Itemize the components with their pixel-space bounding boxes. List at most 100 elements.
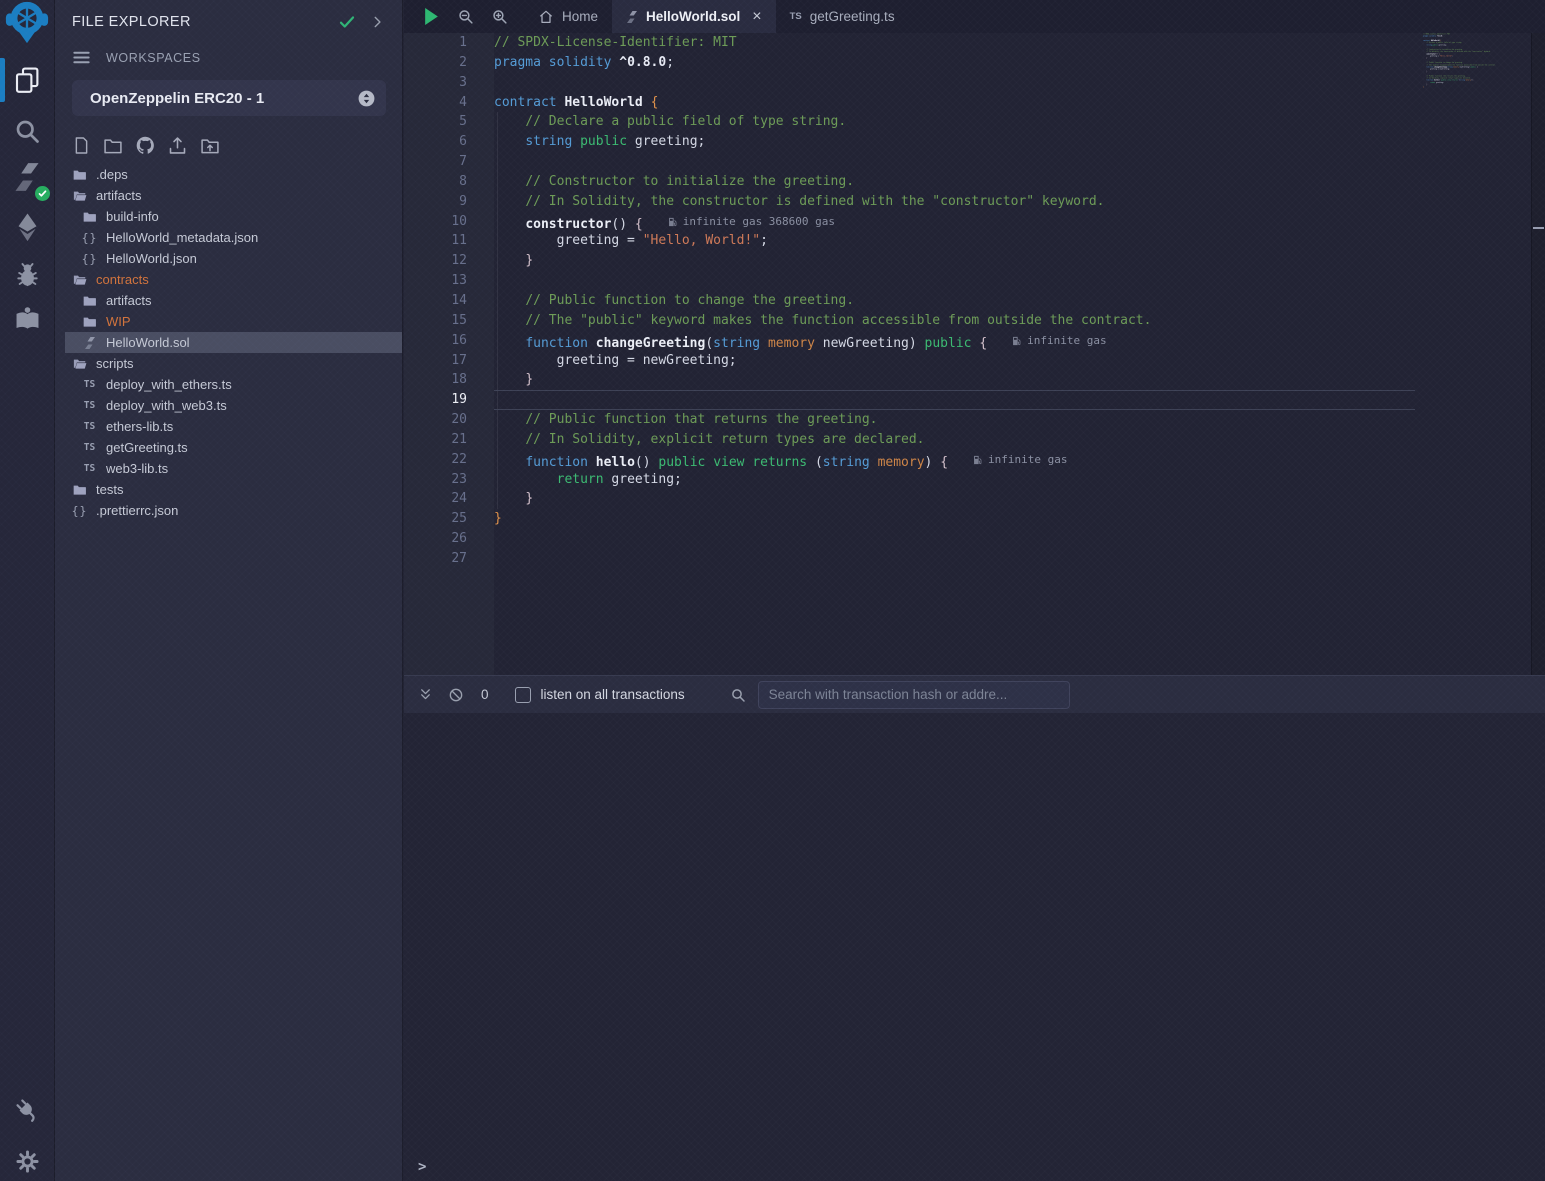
line-number[interactable]: 17 xyxy=(404,351,494,371)
tree-item-artifacts[interactable]: artifacts xyxy=(55,185,402,206)
minimap[interactable]: 1// SPDX-License-Identifier: MIT2pragma … xyxy=(1423,33,1513,675)
tree-item--deps[interactable]: .deps xyxy=(55,164,402,185)
tab-getgreeting-ts[interactable]: TSgetGreeting.ts xyxy=(776,0,909,33)
plugin-manager-icon[interactable] xyxy=(0,1092,54,1128)
tree-item-contracts[interactable]: contracts xyxy=(55,269,402,290)
remix-logo-icon[interactable] xyxy=(0,2,54,42)
line-number[interactable]: 8 xyxy=(404,172,494,192)
code-line-8: 8 // Constructor to initialize the greet… xyxy=(404,172,1545,192)
terminal-output[interactable]: > xyxy=(404,713,1545,1181)
deploy-and-run-icon[interactable] xyxy=(0,207,54,247)
run-script-button[interactable] xyxy=(423,7,440,26)
line-number[interactable]: 23 xyxy=(404,470,494,490)
learneth-icon[interactable] xyxy=(0,299,54,339)
tree-item--prettierrc-json[interactable]: {}.prettierrc.json xyxy=(55,500,402,521)
tree-item-label: .prettierrc.json xyxy=(96,503,178,518)
clear-console-icon[interactable] xyxy=(448,687,464,703)
code-line-13: 13 xyxy=(404,271,1545,291)
tab-helloworld-sol[interactable]: HelloWorld.sol × xyxy=(612,0,776,33)
debugger-icon[interactable] xyxy=(0,255,54,295)
typescript-file-icon: TS xyxy=(81,463,98,474)
tree-item-scripts[interactable]: scripts xyxy=(55,353,402,374)
folder-open-icon xyxy=(71,189,88,203)
tree-item-web3-lib-ts[interactable]: TS web3-lib.ts xyxy=(55,458,402,479)
file-tree: .depsartifactsbuild-info{}HelloWorld_met… xyxy=(55,164,402,521)
editor-scrollbar[interactable] xyxy=(1531,33,1545,675)
gas-pump-icon xyxy=(972,454,983,466)
workspace-name: OpenZeppelin ERC20 - 1 xyxy=(90,90,357,107)
line-number[interactable]: 13 xyxy=(404,271,494,291)
line-number[interactable]: 3 xyxy=(404,73,494,93)
line-number[interactable]: 21 xyxy=(404,430,494,450)
line-number[interactable]: 12 xyxy=(404,251,494,271)
line-number[interactable]: 18 xyxy=(404,370,494,390)
github-icon[interactable] xyxy=(135,135,156,156)
search-icon[interactable] xyxy=(0,111,54,151)
file-explorer-icon[interactable] xyxy=(0,60,54,100)
line-number[interactable]: 27 xyxy=(404,549,494,569)
tab-label: HelloWorld.sol xyxy=(646,9,740,24)
tree-item-label: web3-lib.ts xyxy=(106,461,168,476)
tree-item-helloworld-metadata-json[interactable]: {}HelloWorld_metadata.json xyxy=(55,227,402,248)
upload-file-icon[interactable] xyxy=(167,135,188,156)
line-number[interactable]: 24 xyxy=(404,489,494,509)
code-line-4: 4contract HelloWorld { xyxy=(404,93,1545,113)
folder-icon xyxy=(81,210,98,224)
terminal-search-input[interactable] xyxy=(758,681,1070,709)
folder-open-icon xyxy=(71,357,88,371)
line-number[interactable]: 20 xyxy=(404,410,494,430)
tab-home[interactable]: Home xyxy=(524,0,612,33)
zoom-in-icon[interactable] xyxy=(491,8,508,25)
terminal-search-icon xyxy=(730,687,746,703)
tab-label: Home xyxy=(562,9,598,24)
line-number[interactable]: 10 xyxy=(404,212,494,232)
activity-bar xyxy=(0,0,55,1181)
tree-item-helloworld-sol[interactable]: HelloWorld.sol xyxy=(55,332,402,353)
tree-item-deploy-with-ethers-ts[interactable]: TSdeploy_with_ethers.ts xyxy=(55,374,402,395)
code-editor[interactable]: 1// SPDX-License-Identifier: MIT2pragma … xyxy=(404,33,1545,675)
tree-item-build-info[interactable]: build-info xyxy=(55,206,402,227)
line-number[interactable]: 25 xyxy=(404,509,494,529)
new-folder-icon[interactable] xyxy=(102,135,124,156)
code-line-9: 9 // In Solidity, the constructor is def… xyxy=(404,192,1545,212)
folder-open-icon xyxy=(71,273,88,287)
line-number[interactable]: 14 xyxy=(404,291,494,311)
gas-pump-icon xyxy=(1011,335,1022,347)
line-number[interactable]: 4 xyxy=(404,93,494,113)
tree-item-ethers-lib-ts[interactable]: TSethers-lib.ts xyxy=(55,416,402,437)
workspace-dropdown[interactable]: OpenZeppelin ERC20 - 1 xyxy=(72,80,386,116)
tree-item-label: ethers-lib.ts xyxy=(106,419,173,434)
line-number[interactable]: 16 xyxy=(404,331,494,351)
listen-transactions-checkbox[interactable] xyxy=(515,687,531,703)
line-number[interactable]: 6 xyxy=(404,132,494,152)
line-number[interactable]: 26 xyxy=(404,529,494,549)
line-number[interactable]: 19 xyxy=(404,390,494,410)
line-number[interactable]: 7 xyxy=(404,152,494,172)
line-number[interactable]: 1 xyxy=(404,33,494,53)
upload-folder-icon[interactable] xyxy=(199,135,221,156)
hamburger-menu-icon[interactable] xyxy=(72,48,91,67)
tree-item-tests[interactable]: tests xyxy=(55,479,402,500)
line-number[interactable]: 11 xyxy=(404,231,494,251)
json-file-icon: {} xyxy=(81,231,98,245)
zoom-out-icon[interactable] xyxy=(457,8,474,25)
line-number[interactable]: 2 xyxy=(404,53,494,73)
line-number[interactable]: 15 xyxy=(404,311,494,331)
tree-item-getgreeting-ts[interactable]: TSgetGreeting.ts xyxy=(55,437,402,458)
line-number[interactable]: 9 xyxy=(404,192,494,212)
code-line-19: 19 xyxy=(404,390,1545,410)
new-file-icon[interactable] xyxy=(72,135,91,156)
tree-item-helloworld-json[interactable]: {}HelloWorld.json xyxy=(55,248,402,269)
folder-icon xyxy=(71,168,88,182)
line-number[interactable]: 5 xyxy=(404,112,494,132)
terminal-collapse-icon[interactable] xyxy=(418,687,433,702)
settings-icon[interactable] xyxy=(0,1143,54,1179)
tree-item-artifacts[interactable]: artifacts xyxy=(55,290,402,311)
line-number[interactable]: 22 xyxy=(404,450,494,470)
tree-item-deploy-with-web3-ts[interactable]: TSdeploy_with_web3.ts xyxy=(55,395,402,416)
solidity-compiler-icon[interactable] xyxy=(0,157,54,197)
collapse-panel-chevron-icon[interactable] xyxy=(370,15,384,29)
close-tab-icon[interactable]: × xyxy=(752,9,761,25)
tree-item-wip[interactable]: WIP xyxy=(55,311,402,332)
tab-label: getGreeting.ts xyxy=(810,9,895,24)
